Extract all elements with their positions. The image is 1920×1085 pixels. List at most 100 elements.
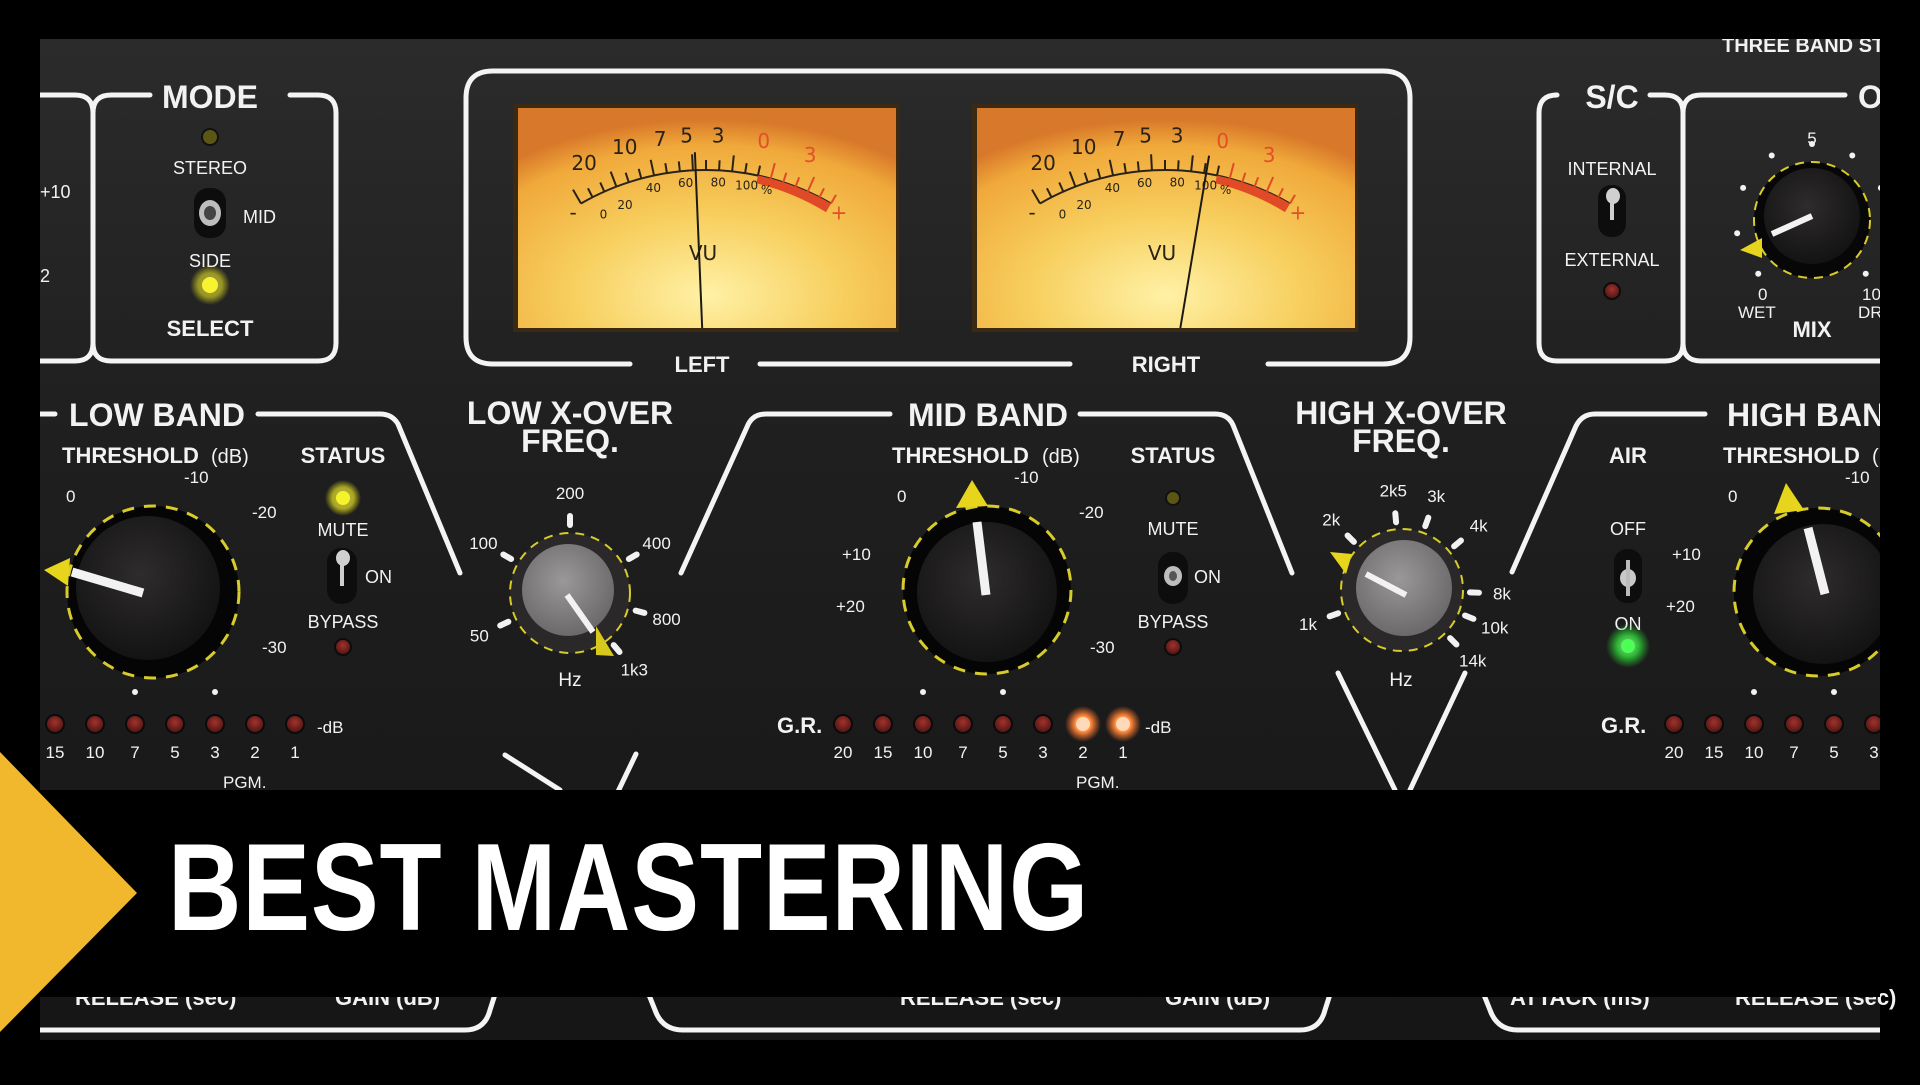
low-xover-tick-label: 400 [642, 534, 670, 553]
mid-band-title: MID BAND [908, 397, 1068, 433]
vu-percent-label: 20 [1076, 198, 1091, 212]
low-threshold-label: THRESHOLD [62, 443, 199, 468]
vu-percent-label: 0 [1059, 208, 1067, 222]
low-gr-scale-label: 10 [86, 743, 105, 762]
sidechain-option-external[interactable]: EXTERNAL [1564, 250, 1659, 270]
mid-gr-led [1034, 715, 1052, 733]
vu-tick [1138, 161, 1139, 171]
right-border [1880, 0, 1920, 1080]
low-xover-tick-label: 100 [469, 534, 497, 553]
vu-unit-label: VU [689, 241, 717, 265]
low-gr-dot [212, 689, 218, 695]
mix-scale-dot [1769, 153, 1775, 159]
low-gr-scale-label: 7 [130, 743, 139, 762]
high-threshold-tick: -10 [1845, 468, 1870, 487]
low-status-on[interactable]: ON [365, 567, 392, 587]
external-led [1604, 283, 1620, 299]
low-gr-led [46, 715, 64, 733]
low-gr-scale-label: 5 [170, 743, 179, 762]
mid-gr-scale-label: 1 [1118, 743, 1127, 762]
mid-gr-label: G.R. [777, 713, 822, 738]
low-xover-tick-label: 1k3 [621, 661, 648, 680]
vu-meter-left: 201075303020406080100%-+ VU [513, 104, 899, 332]
mode-option-stereo[interactable]: STEREO [173, 158, 247, 178]
low-band-section: LOW BAND THRESHOLD (dB) 0 -10 -20 -30 ST… [44, 397, 392, 792]
mid-threshold-tick: -10 [1014, 468, 1039, 487]
vu-scale-label: 0 [1216, 129, 1229, 153]
vu-percent-label: 0 [600, 208, 608, 222]
mode-option-mid[interactable]: MID [243, 207, 276, 227]
low-band-title: LOW BAND [69, 397, 245, 433]
vu-percent-label: 40 [1105, 181, 1120, 195]
sidechain-title: S/C [1585, 79, 1638, 115]
mode-select-label: SELECT [167, 316, 254, 341]
vu-minus-sign: - [1028, 200, 1035, 224]
vu-percent-label: 80 [711, 175, 726, 189]
vu-unit-label: VU [1148, 241, 1176, 265]
bottom-border [0, 1040, 1920, 1080]
low-mute-led [336, 491, 350, 505]
low-gr-led [166, 715, 184, 733]
high-xover-tick-label: 2k [1322, 510, 1340, 529]
high-gr-dot [1751, 689, 1757, 695]
low-status-bypass[interactable]: BYPASS [308, 612, 379, 632]
high-xover-title-line2: FREQ. [1352, 423, 1450, 459]
mid-threshold-tick: -20 [1079, 503, 1104, 522]
vu-scale-label: 20 [1030, 151, 1055, 175]
mid-threshold-tick: -30 [1090, 638, 1115, 657]
high-xover-tick-label: 4k [1470, 517, 1488, 536]
low-threshold-tick: -30 [262, 638, 287, 657]
mid-threshold-unit: (dB) [1042, 446, 1080, 468]
low-threshold-tick: -10 [184, 468, 209, 487]
mid-status-toggle[interactable] [1158, 552, 1188, 604]
vu-scale-label: 20 [571, 151, 596, 175]
mid-gr-led [914, 715, 932, 733]
vu-percent-label: 20 [617, 198, 632, 212]
vu-scale-label: 3 [1263, 143, 1276, 167]
mid-gr-led [994, 715, 1012, 733]
mid-status-mute[interactable]: MUTE [1148, 519, 1199, 539]
low-status-toggle[interactable] [327, 548, 357, 604]
vu-percent-label: % [1220, 183, 1231, 197]
low-xover-tick-mark [636, 611, 645, 613]
mid-threshold-tick: +20 [836, 597, 865, 616]
high-xover-tick-mark [1465, 615, 1473, 618]
sidechain-option-internal[interactable]: INTERNAL [1567, 159, 1656, 179]
vu-percent-label: 60 [1137, 176, 1152, 190]
low-gr-led [206, 715, 224, 733]
vu-scale-label: 0 [757, 129, 770, 153]
mix-dry-label: DR [1858, 303, 1883, 322]
high-threshold-tick: +10 [1672, 545, 1701, 564]
mid-gr-led [874, 715, 892, 733]
mid-bypass-led [1165, 639, 1181, 655]
vu-percent-label: 60 [678, 176, 693, 190]
vu-scale-label: 7 [654, 127, 667, 151]
banner-title: BEST MASTERING [168, 826, 1089, 950]
mix-tick-0: 0 [1758, 285, 1767, 304]
mid-status-label: STATUS [1131, 443, 1216, 468]
mid-gr-dot [920, 689, 926, 695]
mode-toggle-switch[interactable] [194, 188, 226, 238]
vu-right-label: RIGHT [1132, 352, 1201, 377]
vu-tick [1151, 154, 1152, 170]
low-status-label: STATUS [301, 443, 386, 468]
low-gr-scale-label: 15 [46, 743, 65, 762]
vu-scale-label: 10 [1071, 135, 1096, 159]
vu-percent-label: 40 [646, 181, 661, 195]
mid-gr-scale-label: 3 [1038, 743, 1047, 762]
mid-status-bypass[interactable]: BYPASS [1138, 612, 1209, 632]
low-status-mute[interactable]: MUTE [318, 520, 369, 540]
low-xover-title-line2: FREQ. [521, 423, 619, 459]
mid-gr-scale-label: 2 [1078, 743, 1087, 762]
air-toggle-switch[interactable] [1614, 549, 1642, 603]
sidechain-toggle-switch[interactable] [1598, 185, 1626, 237]
low-xover-tick-label: 50 [470, 626, 489, 645]
low-xover-tick-mark [629, 555, 637, 560]
mid-threshold-label: THRESHOLD [892, 443, 1029, 468]
air-option-off[interactable]: OFF [1610, 519, 1646, 539]
vu-scale-label: 7 [1113, 127, 1126, 151]
low-xover-tick-mark [503, 555, 511, 560]
mid-status-on[interactable]: ON [1194, 567, 1221, 587]
mix-scale-dot [1740, 185, 1746, 191]
high-threshold-label: THRESHOLD [1723, 443, 1860, 468]
